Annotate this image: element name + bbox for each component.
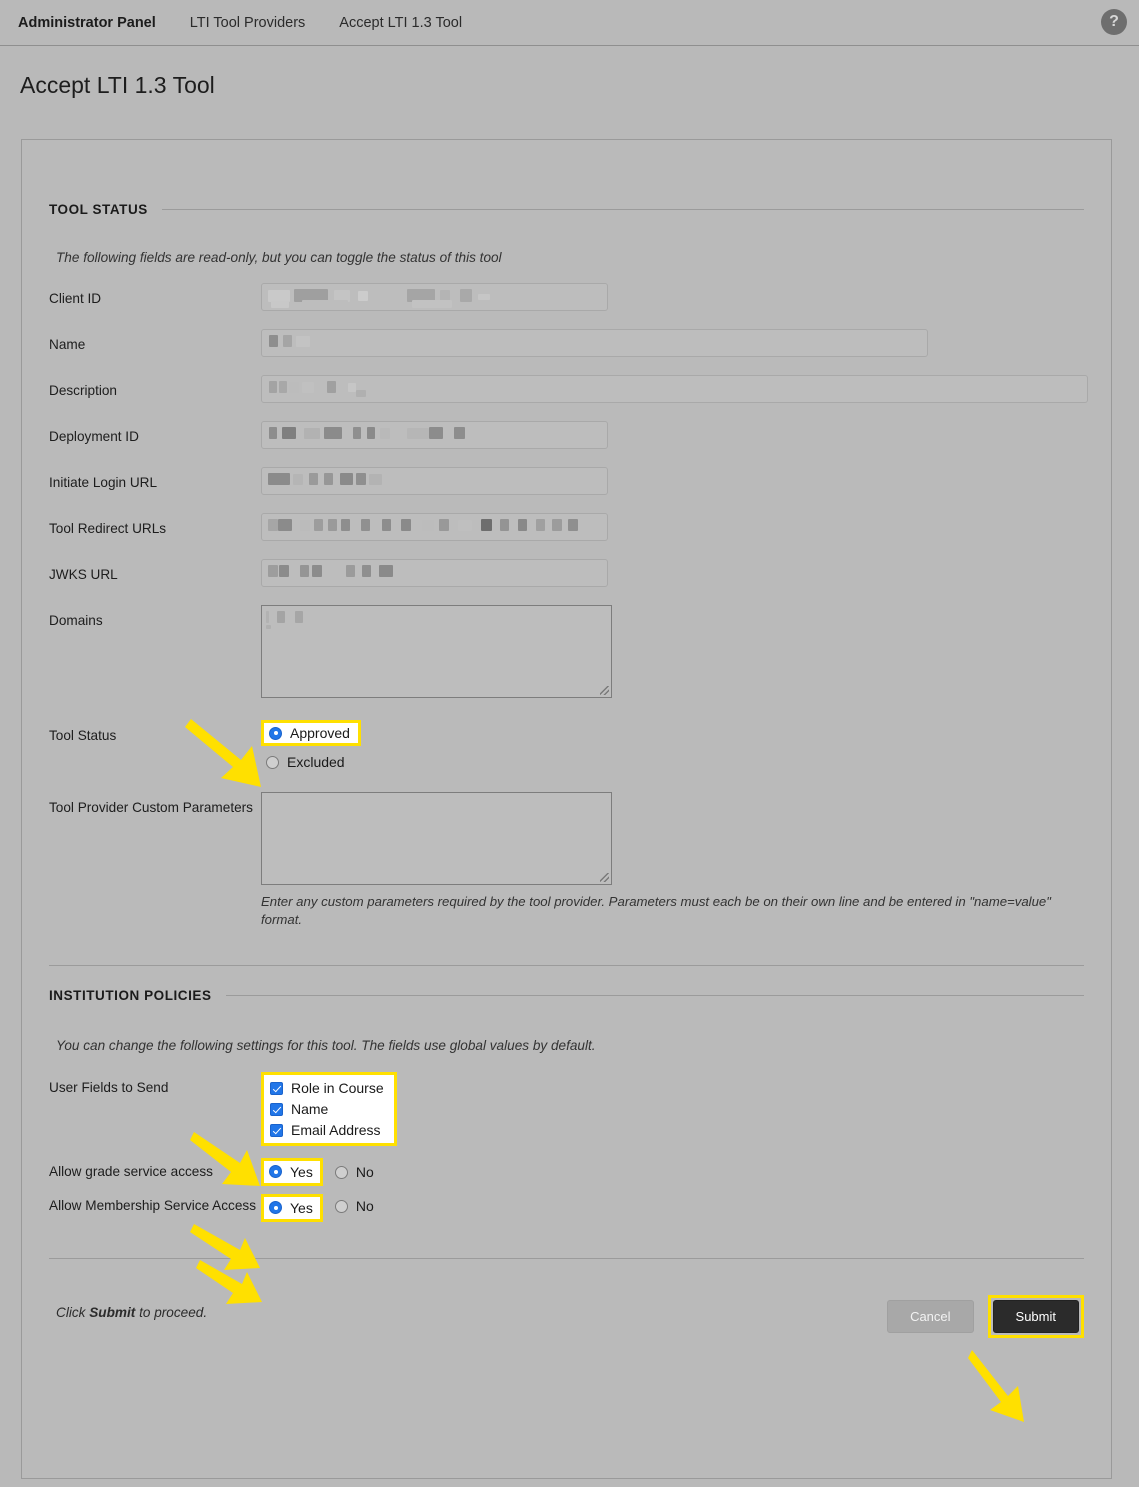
breadcrumb: Administrator Panel LTI Tool Providers A… xyxy=(18,15,496,31)
highlight-box-grade-service-yes: Yes xyxy=(261,1158,323,1186)
checkbox-option-role-in-course[interactable]: Role in Course xyxy=(270,1080,384,1096)
field-row-custom-parameters: Tool Provider Custom Parameters Enter an… xyxy=(49,792,1084,929)
field-label-domains: Domains xyxy=(49,605,261,630)
field-row-tool-redirect-urls: Tool Redirect URLs xyxy=(49,513,1084,541)
breadcrumb-item-accept-lti-tool[interactable]: Accept LTI 1.3 Tool xyxy=(339,15,462,31)
highlight-box-submit: Submit xyxy=(988,1295,1084,1338)
name-input xyxy=(261,329,928,357)
checkbox-label-email-address: Email Address xyxy=(291,1122,380,1138)
cancel-button[interactable]: Cancel xyxy=(887,1300,973,1333)
highlight-box-user-fields: Role in Course Name Email Address xyxy=(261,1072,397,1146)
client-id-input xyxy=(261,283,608,311)
field-row-name: Name xyxy=(49,329,1084,357)
checkbox-name-indicator[interactable] xyxy=(270,1103,283,1116)
field-label-membership-service: Allow Membership Service Access xyxy=(49,1194,261,1215)
breadcrumb-bar: Administrator Panel LTI Tool Providers A… xyxy=(0,0,1139,46)
footer-note-suffix: to proceed. xyxy=(135,1305,207,1320)
deployment-id-input xyxy=(261,421,608,449)
field-label-client-id: Client ID xyxy=(49,283,261,308)
footer-note: Click Submit to proceed. xyxy=(56,1305,207,1320)
field-row-deployment-id: Deployment ID xyxy=(49,421,1084,449)
field-row-grade-service: Allow grade service access Yes No xyxy=(49,1158,1084,1186)
checkbox-email-address-indicator[interactable] xyxy=(270,1124,283,1137)
help-icon[interactable]: ? xyxy=(1101,9,1127,35)
custom-parameters-textarea[interactable] xyxy=(261,792,612,885)
checkbox-option-name[interactable]: Name xyxy=(270,1101,384,1117)
radio-option-grade-service-no[interactable]: No xyxy=(335,1164,374,1180)
radio-membership-service-no-indicator[interactable] xyxy=(335,1200,348,1213)
checkbox-label-name: Name xyxy=(291,1101,328,1117)
radio-excluded-indicator[interactable] xyxy=(266,756,279,769)
submit-button[interactable]: Submit xyxy=(993,1300,1079,1333)
checkbox-role-in-course-indicator[interactable] xyxy=(270,1082,283,1095)
footer-actions: Click Submit to proceed. Cancel Submit xyxy=(49,1295,1084,1338)
description-input xyxy=(261,375,1088,403)
institution-policies-hint: You can change the following settings fo… xyxy=(56,1038,1084,1053)
field-row-tool-status: Tool Status Approved Excluded xyxy=(49,720,1084,770)
field-row-initiate-login-url: Initiate Login URL xyxy=(49,467,1084,495)
tool-redirect-urls-input xyxy=(261,513,608,541)
radio-grade-service-no-indicator[interactable] xyxy=(335,1166,348,1179)
highlight-box-membership-service-yes: Yes xyxy=(261,1194,323,1222)
domains-textarea xyxy=(261,605,612,698)
field-label-custom-parameters: Tool Provider Custom Parameters xyxy=(49,792,261,817)
footer-note-prefix: Click xyxy=(56,1305,89,1320)
footer-divider xyxy=(49,1258,1084,1259)
highlight-box-approved: Approved xyxy=(261,720,361,746)
field-label-initiate-login-url: Initiate Login URL xyxy=(49,467,261,492)
custom-parameters-help: Enter any custom parameters required by … xyxy=(261,893,1061,929)
field-row-user-fields: User Fields to Send Role in Course Name … xyxy=(49,1072,1084,1146)
field-label-jwks-url: JWKS URL xyxy=(49,559,261,584)
page-title: Accept LTI 1.3 Tool xyxy=(0,46,1139,99)
field-row-description: Description xyxy=(49,375,1084,403)
checkbox-option-email-address[interactable]: Email Address xyxy=(270,1122,384,1138)
field-label-description: Description xyxy=(49,375,261,400)
radio-option-membership-service-no[interactable]: No xyxy=(335,1198,374,1214)
radio-option-grade-service-yes[interactable]: Yes xyxy=(269,1164,313,1180)
tool-status-hint: The following fields are read-only, but … xyxy=(56,250,1084,265)
field-row-client-id: Client ID xyxy=(49,283,1084,311)
breadcrumb-item-lti-tool-providers[interactable]: LTI Tool Providers xyxy=(190,15,306,31)
field-row-jwks-url: JWKS URL xyxy=(49,559,1084,587)
checkbox-label-role-in-course: Role in Course xyxy=(291,1080,384,1096)
field-label-deployment-id: Deployment ID xyxy=(49,421,261,446)
section-header-tool-status: TOOL STATUS xyxy=(49,140,1084,217)
section-divider xyxy=(49,965,1084,966)
field-label-name: Name xyxy=(49,329,261,354)
radio-label-membership-service-yes: Yes xyxy=(290,1200,313,1216)
form-panel: TOOL STATUS The following fields are rea… xyxy=(21,139,1112,1479)
radio-label-membership-service-no: No xyxy=(356,1198,374,1214)
field-label-user-fields: User Fields to Send xyxy=(49,1072,261,1097)
field-label-tool-redirect-urls: Tool Redirect URLs xyxy=(49,513,261,538)
radio-approved-indicator[interactable] xyxy=(269,727,282,740)
jwks-url-input xyxy=(261,559,608,587)
field-label-grade-service: Allow grade service access xyxy=(49,1163,261,1181)
radio-label-grade-service-yes: Yes xyxy=(290,1164,313,1180)
initiate-login-url-input xyxy=(261,467,608,495)
breadcrumb-item-administrator-panel[interactable]: Administrator Panel xyxy=(18,15,156,31)
field-row-membership-service: Allow Membership Service Access Yes No xyxy=(49,1194,1084,1222)
radio-label-excluded: Excluded xyxy=(287,754,345,770)
section-header-institution-policies: INSTITUTION POLICIES xyxy=(49,988,1084,1003)
field-row-domains: Domains xyxy=(49,605,1084,698)
field-label-tool-status: Tool Status xyxy=(49,720,261,745)
radio-membership-service-yes-indicator[interactable] xyxy=(269,1201,282,1214)
section-title-institution-policies: INSTITUTION POLICIES xyxy=(49,988,212,1003)
radio-option-approved[interactable]: Approved xyxy=(269,725,350,741)
radio-option-membership-service-yes[interactable]: Yes xyxy=(269,1200,313,1216)
section-rule xyxy=(162,209,1084,210)
radio-label-grade-service-no: No xyxy=(356,1164,374,1180)
radio-label-approved: Approved xyxy=(290,725,350,741)
section-rule-policies xyxy=(226,995,1084,996)
radio-grade-service-yes-indicator[interactable] xyxy=(269,1165,282,1178)
radio-option-excluded[interactable]: Excluded xyxy=(266,754,1084,770)
footer-note-bold: Submit xyxy=(89,1305,135,1320)
section-title-tool-status: TOOL STATUS xyxy=(49,202,148,217)
